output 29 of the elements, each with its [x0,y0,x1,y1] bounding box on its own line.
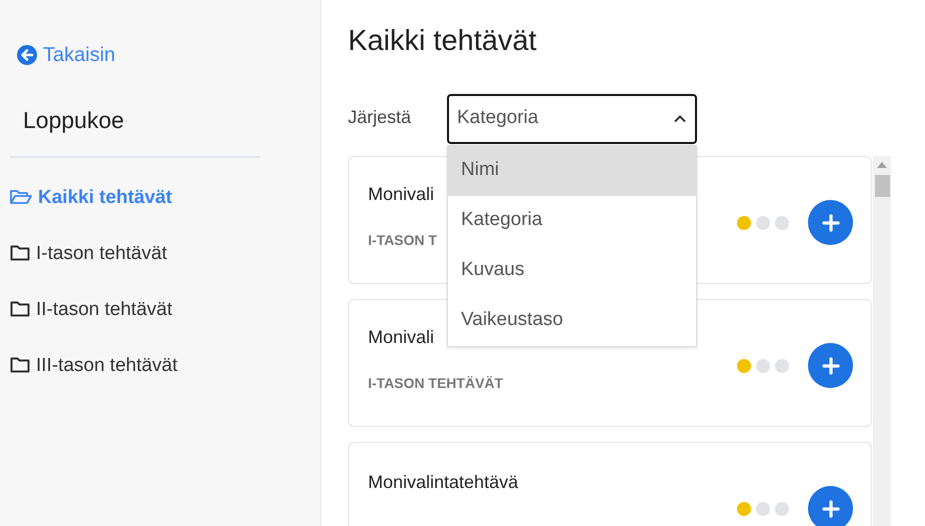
task-category: I-TASON T [368,230,437,250]
plus-icon [822,500,840,518]
scrollbar-thumb[interactable] [874,174,890,196]
sort-select[interactable]: Kategoria [447,94,697,144]
plus-icon [822,356,840,374]
sidebar-item[interactable]: III-tason tehtävät [10,352,178,378]
add-button[interactable] [808,200,853,245]
task-category: I-TASON TEHTÄVÄT [368,374,504,392]
sidebar-title: Loppukoe [23,106,124,135]
page-title: Kaikki tehtävät [348,24,537,59]
folder-icon [10,357,30,373]
task-title: Monivali [368,182,434,206]
plus-icon [822,214,840,232]
chevron-icon [673,114,687,123]
add-button[interactable] [808,486,853,526]
sort-option[interactable]: Kuvaus [448,246,696,296]
sort-option[interactable]: Nimi [448,146,696,196]
sort-label: Järjestä [348,106,412,129]
folder-icon [10,245,30,261]
task-title: Monivalintatehtävä [368,471,518,494]
add-button[interactable] [808,343,853,388]
sidebar-item[interactable]: II-tason tehtävät [10,296,172,322]
sidebar-item[interactable]: I-tason tehtävät [10,240,167,266]
folder-icon [10,301,30,317]
scroll-up-icon [877,162,887,168]
task-title: Monivali [368,326,434,348]
sort-option[interactable]: Kategoria [448,196,696,246]
sort-option[interactable]: Vaikeustaso [448,296,696,346]
open-folder-icon [10,189,32,205]
